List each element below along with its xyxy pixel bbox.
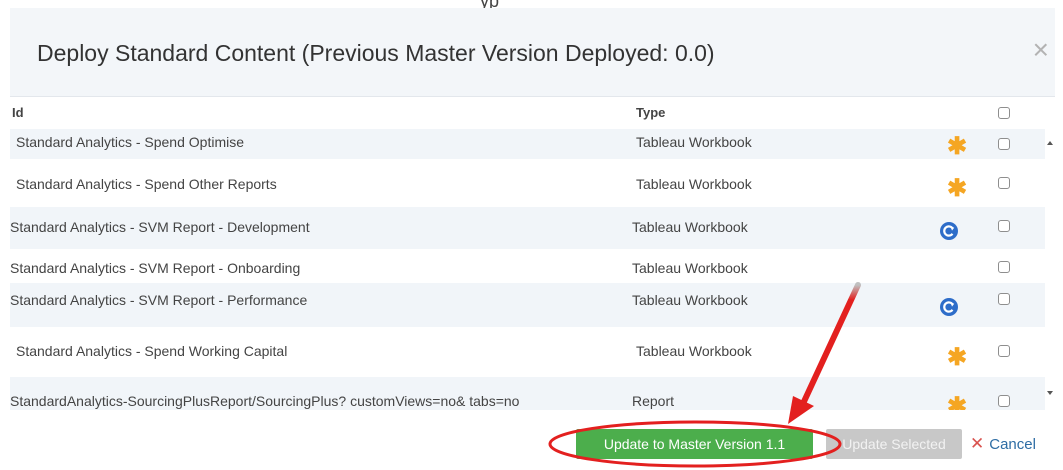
asterisk-icon: ✱ [947,133,968,160]
update-selected-button[interactable]: Update Selected [826,429,962,459]
row-checkbox[interactable] [998,177,1010,189]
row-type: Tableau Workbook [632,260,748,276]
table-row: Standard Analytics - Spend Working Capit… [10,327,1045,377]
dialog-header: Deploy Standard Content (Previous Master… [10,8,1055,97]
table-row: Standard Analytics - SVM Report - Onboar… [10,249,1045,283]
row-checkbox[interactable] [998,220,1010,232]
scroll-down-arrow-icon[interactable] [1047,391,1053,395]
row-checkbox[interactable] [998,293,1010,305]
row-type: Tableau Workbook [632,292,748,308]
row-id: Standard Analytics - SVM Report - Perfor… [10,292,308,308]
refresh-icon [940,222,958,240]
dialog-title: Deploy Standard Content (Previous Master… [37,40,715,66]
cancel-icon: ✕ [970,434,985,453]
content-table: Standard Analytics - Spend Optimise Tabl… [10,129,1045,410]
row-id: Standard Analytics - SVM Report - Develo… [10,219,310,235]
row-type: Tableau Workbook [632,219,748,235]
row-type: Tableau Workbook [636,343,752,359]
asterisk-icon: ✱ [947,175,968,202]
refresh-icon [940,298,958,316]
row-id: Standard Analytics - Spend Optimise [16,134,245,150]
row-id: Standard Analytics - Spend Other Reports [16,176,277,192]
row-type: Tableau Workbook [636,176,752,192]
column-header-type[interactable]: Type [636,105,665,120]
row-checkbox[interactable] [998,138,1010,150]
row-checkbox[interactable] [998,345,1010,357]
asterisk-icon: ✱ [947,344,968,371]
row-type: Report [632,393,675,409]
row-checkbox[interactable] [998,395,1010,407]
table-row: Standard Analytics - Spend Other Reports… [10,159,1045,207]
scroll-up-arrow-icon[interactable] [1047,141,1053,145]
select-all-checkbox[interactable] [998,107,1010,119]
cancel-label: Cancel [989,436,1036,453]
row-type: Tableau Workbook [636,134,752,150]
table-header: Id Type [10,97,1055,129]
table-row: Standard Analytics - SVM Report - Perfor… [10,283,1045,327]
table-scrollbar[interactable] [1045,129,1055,410]
table-row: StandardAnalytics-SourcingPlusReport/Sou… [10,377,1045,410]
table-row: Standard Analytics - SVM Report - Develo… [10,207,1045,249]
column-header-id[interactable]: Id [12,105,24,120]
asterisk-icon: ✱ [947,393,968,411]
cancel-button[interactable]: ✕ Cancel [970,434,1036,454]
close-icon[interactable]: × [1033,36,1049,64]
row-id: Standard Analytics - SVM Report - Onboar… [10,260,301,276]
update-master-button[interactable]: Update to Master Version 1.1 [576,429,813,459]
table-row: Standard Analytics - Spend Optimise Tabl… [10,129,1045,159]
row-checkbox[interactable] [998,261,1010,273]
row-id: Standard Analytics - Spend Working Capit… [16,343,288,359]
row-id: StandardAnalytics-SourcingPlusReport/Sou… [10,393,520,409]
